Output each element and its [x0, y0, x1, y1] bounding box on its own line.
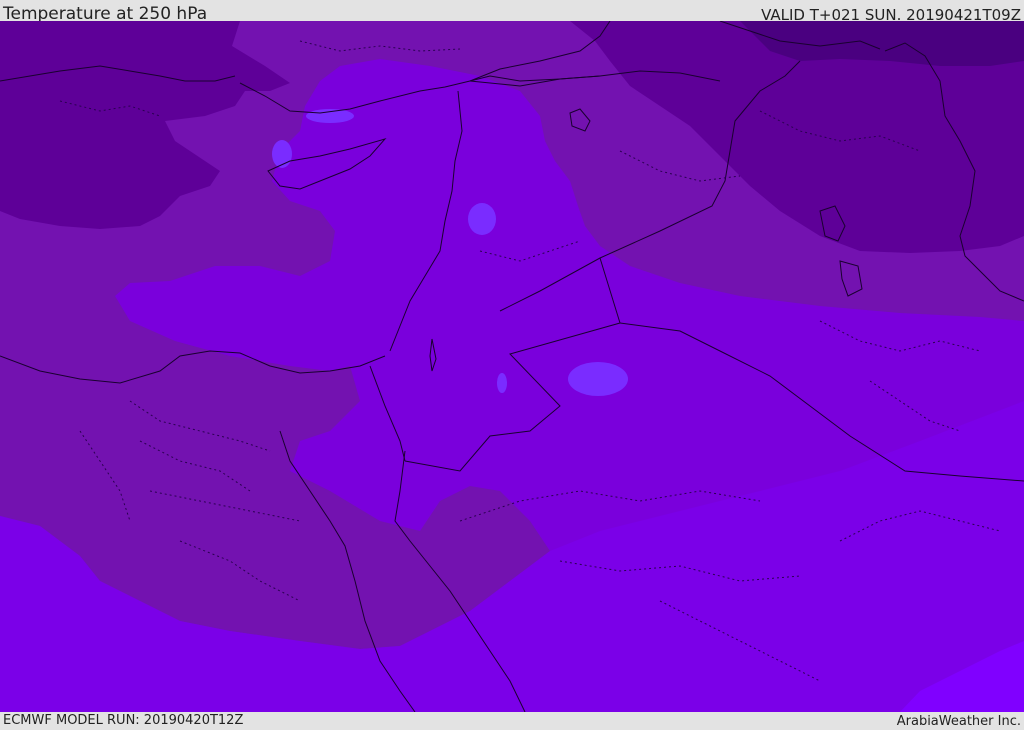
- weather-map[interactable]: [0, 21, 1024, 712]
- temp-spot-5: [497, 373, 507, 393]
- model-run-label: ECMWF MODEL RUN: 20190420T12Z: [3, 713, 244, 728]
- temp-spot-3: [306, 109, 354, 123]
- credit-label: ArabiaWeather Inc.: [896, 714, 1021, 729]
- footer-bar: ECMWF MODEL RUN: 20190420T12Z ArabiaWeat…: [0, 712, 1024, 729]
- temp-spot-2: [468, 203, 496, 235]
- temp-spot-4: [272, 140, 292, 168]
- temp-spot-1: [568, 362, 628, 396]
- header-bar: Temperature at 250 hPa VALID T+021 SUN. …: [0, 0, 1024, 24]
- map-canvas: [0, 21, 1024, 712]
